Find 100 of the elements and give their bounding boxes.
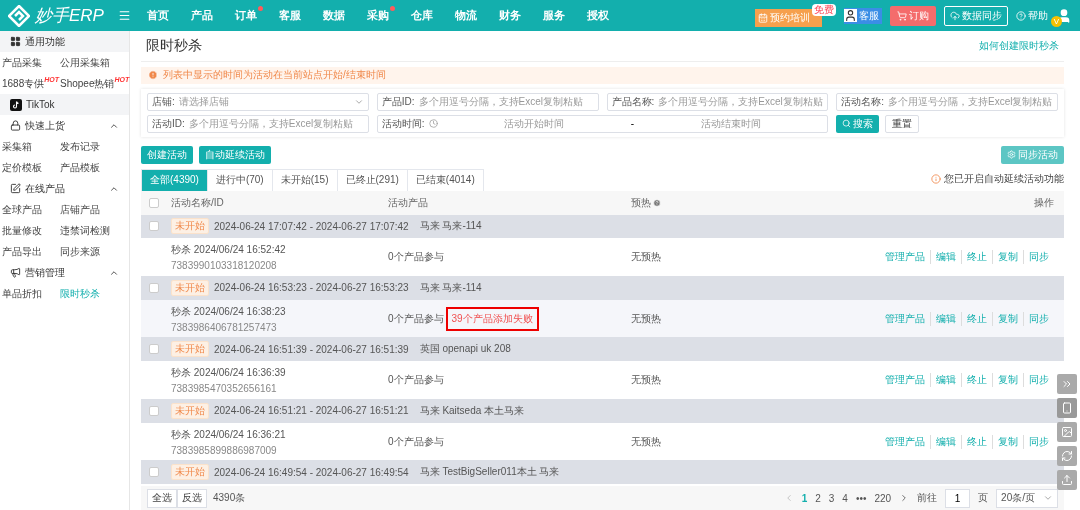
sidebar-item[interactable]: 店铺产品: [60, 199, 100, 220]
page-number[interactable]: 4: [842, 492, 848, 504]
action-link[interactable]: 编辑: [930, 373, 961, 388]
activity-period: 2024-06-24 16:51:21 - 2024-06-27 16:51:21: [214, 405, 409, 417]
sidebar-item[interactable]: 同步来源: [60, 241, 100, 262]
sidebar-item[interactable]: 违禁词检测: [60, 220, 110, 241]
nav-item[interactable]: 订单: [235, 5, 263, 26]
activity-period: 2024-06-24 17:07:42 - 2024-06-27 17:07:42: [214, 220, 409, 232]
action-link[interactable]: 复制: [992, 311, 1023, 326]
preheat-value: 无预热: [631, 250, 662, 265]
action-button[interactable]: 自动延续活动: [199, 145, 271, 164]
action-link[interactable]: 管理产品: [880, 434, 930, 449]
activity-id: 7383985470352656161: [171, 383, 278, 395]
activity-period: 2024-06-24 16:53:23 - 2024-06-27 16:53:23: [214, 282, 409, 294]
sidebar-item[interactable]: 发布记录: [60, 136, 100, 157]
sidebar-item[interactable]: 批量修改: [2, 220, 42, 241]
search-button[interactable]: 搜索: [836, 114, 880, 133]
sync-activity-button[interactable]: 同步活动: [1001, 145, 1064, 164]
page-size-select[interactable]: 20条/页: [996, 488, 1058, 508]
action-link[interactable]: 同步: [1023, 250, 1054, 265]
start-date-input[interactable]: 活动开始时间: [441, 118, 627, 130]
select-all-button[interactable]: 全选: [147, 488, 177, 508]
action-link[interactable]: 复制: [992, 250, 1023, 265]
auto-notice-text: 您已开启自动延续活动功能: [944, 171, 1064, 186]
free-badge: 免费: [812, 4, 836, 16]
page-number[interactable]: 3: [828, 492, 835, 504]
action-link[interactable]: 管理产品: [880, 373, 930, 388]
nav-item[interactable]: 数据: [323, 5, 351, 26]
page-number[interactable]: 2: [815, 492, 821, 504]
shop-select[interactable]: 店铺: 请选择店铺: [147, 92, 369, 111]
end-date-input[interactable]: 活动结束时间: [638, 118, 824, 130]
service-button[interactable]: 客服: [844, 7, 882, 24]
help-link[interactable]: 如何创建限时秒杀: [979, 38, 1059, 53]
action-link[interactable]: 同步: [1023, 434, 1054, 449]
sidebar-item[interactable]: 公用采集箱: [60, 52, 110, 73]
input-field[interactable]: 产品ID: 多个用逗号分隔，支持Excel复制粘贴: [376, 92, 599, 111]
shop-name: 马来 Kaitseda 本土马来: [419, 403, 525, 418]
sidebar-item[interactable]: 产品模板: [60, 157, 100, 178]
sidebar-item[interactable]: 全球产品: [2, 199, 42, 220]
date-range-field[interactable]: 活动时间: 活动开始时间 - 活动结束时间: [376, 114, 829, 133]
status-tag: 未开始: [171, 341, 209, 358]
action-link[interactable]: 复制: [992, 434, 1023, 449]
action-link[interactable]: 终止: [961, 434, 992, 449]
page-unit: 页: [978, 491, 989, 506]
failure-link[interactable]: 39个产品添加失败: [445, 306, 539, 331]
action-link[interactable]: 复制: [992, 373, 1023, 388]
action-link[interactable]: 同步: [1023, 311, 1054, 326]
status-tab[interactable]: 全部(4390): [141, 168, 208, 191]
sidebar-item[interactable]: 限时秒杀: [60, 283, 100, 304]
action-link[interactable]: 管理产品: [880, 250, 930, 265]
activity-id: 7383985899886987009: [171, 444, 278, 456]
nav-item[interactable]: 客服: [279, 5, 307, 26]
page-input[interactable]: 1: [945, 488, 971, 508]
page-number[interactable]: 1: [801, 492, 808, 504]
notice-text: 列表中显示的时间为活动在当前站点开始/结束时间: [163, 68, 386, 83]
sidebar-item[interactable]: 产品导出: [2, 241, 42, 262]
status-tag: 未开始: [171, 464, 209, 481]
nav-item[interactable]: 服务: [543, 5, 571, 26]
nav-item[interactable]: 授权: [587, 5, 615, 26]
sidebar-section[interactable]: 通用功能: [0, 31, 129, 52]
nav-item[interactable]: 采购: [367, 5, 395, 26]
page-title: 限时秒杀: [146, 36, 202, 55]
order-button[interactable]: 订购: [890, 5, 936, 26]
activity-name: 秒杀 2024/06/24 16:36:39: [171, 366, 287, 381]
nav-item[interactable]: 首页: [147, 5, 175, 26]
page-number[interactable]: 220: [874, 492, 892, 504]
sidebar-item[interactable]: 定价模板: [2, 157, 42, 178]
sidebar-item[interactable]: 采集箱: [2, 136, 32, 157]
nav-item[interactable]: 物流: [455, 5, 483, 26]
nav-item[interactable]: 仓库: [411, 5, 439, 26]
action-button[interactable]: 创建活动: [141, 145, 193, 164]
sidebar-item[interactable]: 单品折扣: [2, 283, 42, 304]
nav-item[interactable]: 产品: [191, 5, 219, 26]
action-link[interactable]: 终止: [961, 311, 992, 326]
sidebar-item[interactable]: 产品采集: [2, 52, 42, 73]
page-ellipsis[interactable]: •••: [855, 492, 867, 504]
product-count: 0个产品参与: [388, 250, 444, 265]
status-tab[interactable]: 已结束(4014): [406, 168, 484, 191]
action-link[interactable]: 终止: [961, 250, 992, 265]
action-link[interactable]: 编辑: [930, 311, 961, 326]
data-sync-button[interactable]: 数据同步: [944, 5, 1008, 26]
action-link[interactable]: 编辑: [930, 434, 961, 449]
input-field[interactable]: 活动名称: 多个用逗号分隔，支持Excel复制粘贴: [836, 92, 1058, 111]
vip-badge: V: [1051, 15, 1062, 27]
action-link[interactable]: 终止: [961, 373, 992, 388]
reset-button[interactable]: 重置: [885, 114, 920, 133]
input-field[interactable]: 活动ID: 多个用逗号分隔，支持Excel复制粘贴: [147, 114, 369, 133]
product-count: 0个产品参与: [388, 311, 444, 326]
input-field[interactable]: 产品名称: 多个用逗号分隔，支持Excel复制粘贴: [606, 92, 829, 111]
action-link[interactable]: 同步: [1023, 373, 1054, 388]
invert-button[interactable]: 反选: [177, 488, 207, 508]
action-link[interactable]: 编辑: [930, 250, 961, 265]
help-link[interactable]: 帮助: [1016, 8, 1048, 23]
activity-id: 7383986406781257473: [171, 321, 278, 333]
action-link[interactable]: 管理产品: [880, 311, 930, 326]
sidebar-section[interactable]: TikTok: [0, 94, 129, 115]
nav-item[interactable]: 财务: [499, 5, 527, 26]
goto-label: 前往: [917, 491, 938, 506]
shop-name: 马来 TestBigSeller011本土 马来: [419, 465, 560, 480]
activity-id: 7383990103318120208: [171, 260, 278, 272]
